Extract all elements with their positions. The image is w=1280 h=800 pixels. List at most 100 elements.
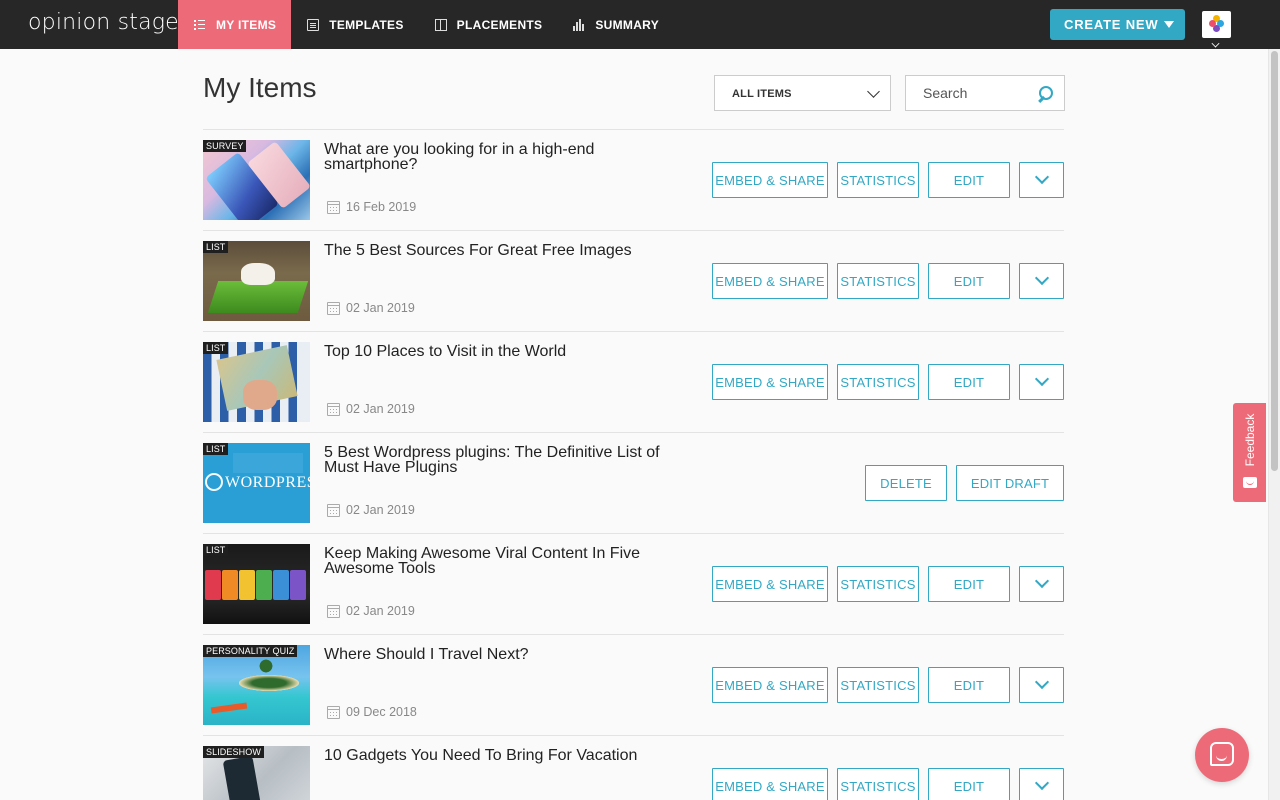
item-date-text: 16 Feb 2019	[346, 200, 417, 214]
top-navigation-bar: opinion stage MY ITEMS TEMPLATES PLACEME…	[0, 0, 1280, 49]
edit-draft-button[interactable]: EDIT DRAFT	[956, 465, 1064, 501]
nav-placements[interactable]: PLACEMENTS	[419, 0, 558, 49]
create-new-button[interactable]: CREATE NEW	[1050, 9, 1185, 40]
account-menu-chevron-icon[interactable]	[1211, 39, 1220, 48]
list-item: SLIDESHOW 10 Gadgets You Need To Bring F…	[203, 735, 1064, 800]
nav-summary[interactable]: SUMMARY	[557, 0, 674, 49]
item-type-badge: LIST	[203, 544, 229, 556]
embed-share-button[interactable]: EMBED & SHARE	[712, 566, 828, 602]
main-nav: MY ITEMS TEMPLATES PLACEMENTS SUMMARY	[178, 0, 674, 49]
embed-share-button[interactable]: EMBED & SHARE	[712, 162, 828, 198]
scrollbar-thumb[interactable]	[1271, 51, 1278, 471]
social-cube-shape	[239, 570, 255, 600]
search-icon[interactable]	[1037, 86, 1053, 102]
calendar-icon	[327, 604, 340, 618]
item-title[interactable]: Where Should I Travel Next?	[324, 647, 669, 663]
edit-button[interactable]: EDIT	[928, 162, 1010, 198]
item-thumbnail[interactable]: WORDPRESS LIST	[203, 443, 310, 523]
statistics-button[interactable]: STATISTICS	[837, 263, 919, 299]
social-cube-shape	[205, 570, 221, 600]
nav-templates[interactable]: TEMPLATES	[291, 0, 418, 49]
edit-button[interactable]: EDIT	[928, 768, 1010, 800]
chevron-down-icon	[1034, 674, 1049, 690]
templates-icon	[307, 18, 320, 31]
more-options-button[interactable]	[1019, 768, 1064, 800]
statistics-button[interactable]: STATISTICS	[837, 162, 919, 198]
edit-button[interactable]: EDIT	[928, 566, 1010, 602]
grass-image-shape	[207, 281, 309, 313]
calendar-icon	[327, 705, 340, 719]
calendar-icon	[327, 402, 340, 416]
item-title[interactable]: Top 10 Places to Visit in the World	[324, 344, 669, 360]
search-input[interactable]	[906, 76, 1031, 110]
placements-icon	[434, 18, 447, 31]
thumbnail-wordpress-text: WORDPRESS	[225, 474, 310, 491]
list-item: LIST The 5 Best Sources For Great Free I…	[203, 230, 1064, 331]
nav-my-items[interactable]: MY ITEMS	[178, 0, 292, 49]
item-thumbnail[interactable]: LIST	[203, 544, 310, 624]
list-item: WORDPRESS LIST 5 Best Wordpress plugins:…	[203, 432, 1064, 533]
page-title: My Items	[203, 72, 317, 103]
bar-chart-icon	[573, 18, 585, 31]
embed-share-button[interactable]: EMBED & SHARE	[712, 364, 828, 400]
opinion-stage-logo[interactable]: opinion stage	[28, 10, 179, 35]
item-type-badge: PERSONALITY QUIZ	[203, 645, 298, 657]
items-filter-select[interactable]: ALL ITEMS	[714, 75, 891, 111]
item-thumbnail[interactable]: PERSONALITY QUIZ	[203, 645, 310, 725]
thumbnail-background-shape	[233, 453, 303, 473]
search-box	[905, 75, 1065, 111]
embed-share-button[interactable]: EMBED & SHARE	[712, 768, 828, 800]
embed-share-button[interactable]: EMBED & SHARE	[712, 263, 828, 299]
nav-placements-label: PLACEMENTS	[456, 17, 543, 32]
more-options-button[interactable]	[1019, 667, 1064, 703]
list-item: PERSONALITY QUIZ Where Should I Travel N…	[203, 634, 1064, 735]
edit-button[interactable]: EDIT	[928, 263, 1010, 299]
statistics-button[interactable]: STATISTICS	[837, 768, 919, 800]
item-date: 02 Jan 2019	[327, 402, 415, 416]
statistics-button[interactable]: STATISTICS	[837, 667, 919, 703]
item-title[interactable]: Keep Making Awesome Viral Content In Fiv…	[324, 546, 669, 577]
item-date: 02 Jan 2019	[327, 503, 415, 517]
more-options-button[interactable]	[1019, 263, 1064, 299]
list-item: LIST Top 10 Places to Visit in the World…	[203, 331, 1064, 432]
feedback-tab[interactable]: Feedback	[1233, 403, 1266, 502]
item-title[interactable]: 5 Best Wordpress plugins: The Definitive…	[324, 445, 669, 476]
phone-image-shape	[222, 755, 262, 800]
chat-launcher-button[interactable]	[1195, 728, 1249, 782]
item-date: 09 Dec 2018	[327, 705, 417, 719]
calendar-icon	[327, 301, 340, 315]
social-cube-shape	[273, 570, 289, 600]
item-title[interactable]: What are you looking for in a high-end s…	[324, 142, 669, 173]
wordpress-logo-icon	[205, 473, 223, 491]
chevron-down-icon	[1034, 775, 1049, 791]
item-type-badge: LIST	[203, 342, 229, 354]
item-date: 02 Jan 2019	[327, 604, 415, 618]
item-date-text: 09 Dec 2018	[346, 705, 417, 719]
edit-button[interactable]: EDIT	[928, 667, 1010, 703]
item-title[interactable]: The 5 Best Sources For Great Free Images	[324, 243, 669, 259]
embed-share-button[interactable]: EMBED & SHARE	[712, 667, 828, 703]
page-scrollbar[interactable]	[1268, 49, 1280, 800]
item-thumbnail[interactable]: SLIDESHOW	[203, 746, 310, 800]
more-options-button[interactable]	[1019, 162, 1064, 198]
items-list: SURVEY What are you looking for in a hig…	[203, 129, 1064, 800]
more-options-button[interactable]	[1019, 364, 1064, 400]
statistics-button[interactable]: STATISTICS	[837, 364, 919, 400]
edit-button[interactable]: EDIT	[928, 364, 1010, 400]
hand-image-shape	[243, 380, 277, 410]
statistics-button[interactable]: STATISTICS	[837, 566, 919, 602]
delete-button[interactable]: DELETE	[865, 465, 947, 501]
item-title[interactable]: 10 Gadgets You Need To Bring For Vacatio…	[324, 748, 669, 764]
nav-my-items-label: MY ITEMS	[216, 17, 277, 32]
island-image-shape	[239, 675, 299, 691]
item-date-text: 02 Jan 2019	[346, 301, 415, 315]
more-options-button[interactable]	[1019, 566, 1064, 602]
item-thumbnail[interactable]: LIST	[203, 342, 310, 422]
item-thumbnail[interactable]: LIST	[203, 241, 310, 321]
item-type-badge: LIST	[203, 443, 229, 455]
social-cube-shape	[290, 570, 306, 600]
item-thumbnail[interactable]: SURVEY	[203, 140, 310, 220]
chevron-down-icon	[1034, 169, 1049, 185]
account-avatar[interactable]	[1202, 11, 1231, 38]
item-type-badge: SLIDESHOW	[203, 746, 264, 758]
